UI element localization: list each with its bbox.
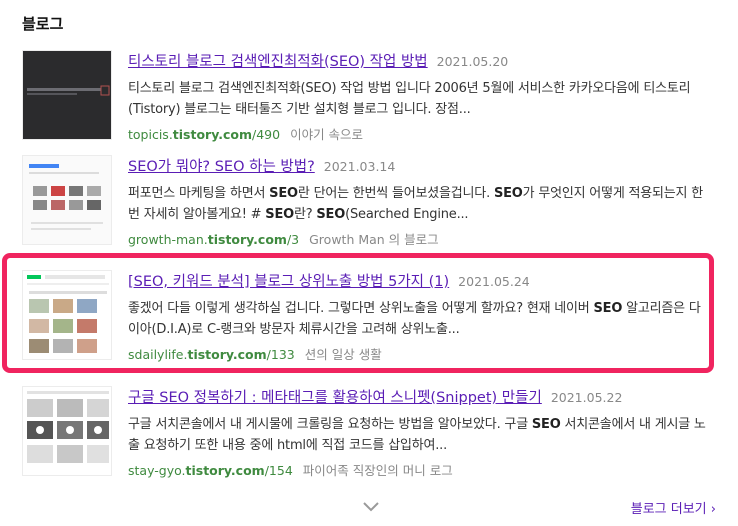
result-thumbnail[interactable] bbox=[22, 386, 112, 476]
result-thumbnail[interactable] bbox=[22, 270, 112, 360]
result-blog-name[interactable]: 이야기 속으로 bbox=[290, 127, 363, 142]
result-url-link[interactable]: sdailylife.tistory.com/133 bbox=[128, 347, 295, 362]
result-date: 2021.05.24 bbox=[458, 274, 530, 289]
blog-result-item: SEO가 뭐야? SEO 하는 방법? 2021.03.14 퍼포먼스 마케팅을 … bbox=[22, 155, 712, 255]
result-description: 좋겠어 다들 이렇게 생각하실 겁니다. 그렇다면 상위노출을 어떻게 할까요?… bbox=[128, 301, 701, 337]
result-thumbnail[interactable] bbox=[22, 50, 112, 140]
result-blog-name[interactable]: 파이어족 직장인의 머니 로그 bbox=[303, 463, 453, 478]
section-title: 블로그 bbox=[22, 15, 64, 33]
result-title-link[interactable]: SEO가 뭐야? SEO 하는 방법? bbox=[128, 159, 315, 175]
result-blog-name[interactable]: Growth Man 의 블로그 bbox=[309, 232, 439, 247]
result-blog-name[interactable]: 션의 일상 생활 bbox=[305, 347, 382, 362]
dark-code-thumbnail-icon bbox=[23, 51, 111, 139]
result-url-link[interactable]: growth-man.tistory.com/3 bbox=[128, 232, 299, 247]
blog-more-link[interactable]: 블로그 더보기 › bbox=[631, 498, 716, 517]
result-description: 티스토리 블로그 검색엔진최적화(SEO) 작업 방법 입니다 2006년 5월… bbox=[128, 81, 691, 117]
result-thumbnail[interactable] bbox=[22, 155, 112, 245]
result-title-link[interactable]: 구글 SEO 정복하기 : 메타태그를 활용하여 스니펫(Snippet) 만들… bbox=[128, 390, 542, 406]
blog-result-item: 구글 SEO 정복하기 : 메타태그를 활용하여 스니펫(Snippet) 만들… bbox=[22, 386, 712, 486]
naver-search-thumbnail-icon bbox=[23, 271, 111, 359]
result-description: 퍼포먼스 마케팅을 하면서 SEO란 단어는 한번씩 들어보셨을겁니다. SEO… bbox=[128, 186, 704, 222]
search-results-thumbnail-icon bbox=[23, 156, 111, 244]
video-grid-thumbnail-icon bbox=[23, 387, 111, 475]
blog-result-item: 티스토리 블로그 검색엔진최적화(SEO) 작업 방법 2021.05.20 티스… bbox=[22, 50, 712, 150]
result-date: 2021.03.14 bbox=[323, 159, 396, 174]
blog-result-item: [SEO, 키워드 분석] 블로그 상위노출 방법 5가지 (1) 2021.05… bbox=[22, 270, 712, 370]
result-title-link[interactable]: 티스토리 블로그 검색엔진최적화(SEO) 작업 방법 bbox=[128, 54, 428, 70]
chevron-right-icon: › bbox=[710, 502, 716, 517]
result-date: 2021.05.22 bbox=[550, 390, 623, 405]
result-url-link[interactable]: stay-gyo.tistory.com/154 bbox=[128, 463, 293, 478]
result-title-link[interactable]: [SEO, 키워드 분석] 블로그 상위노출 방법 5가지 (1) bbox=[128, 274, 449, 290]
result-description: 구글 서치콘솔에서 내 게시물에 크롤링을 요청하는 방법을 알아보았다. 구글… bbox=[128, 417, 706, 453]
result-date: 2021.05.20 bbox=[436, 54, 509, 69]
result-url-link[interactable]: topicis.tistory.com/490 bbox=[128, 127, 280, 142]
chevron-down-icon[interactable] bbox=[362, 500, 380, 514]
